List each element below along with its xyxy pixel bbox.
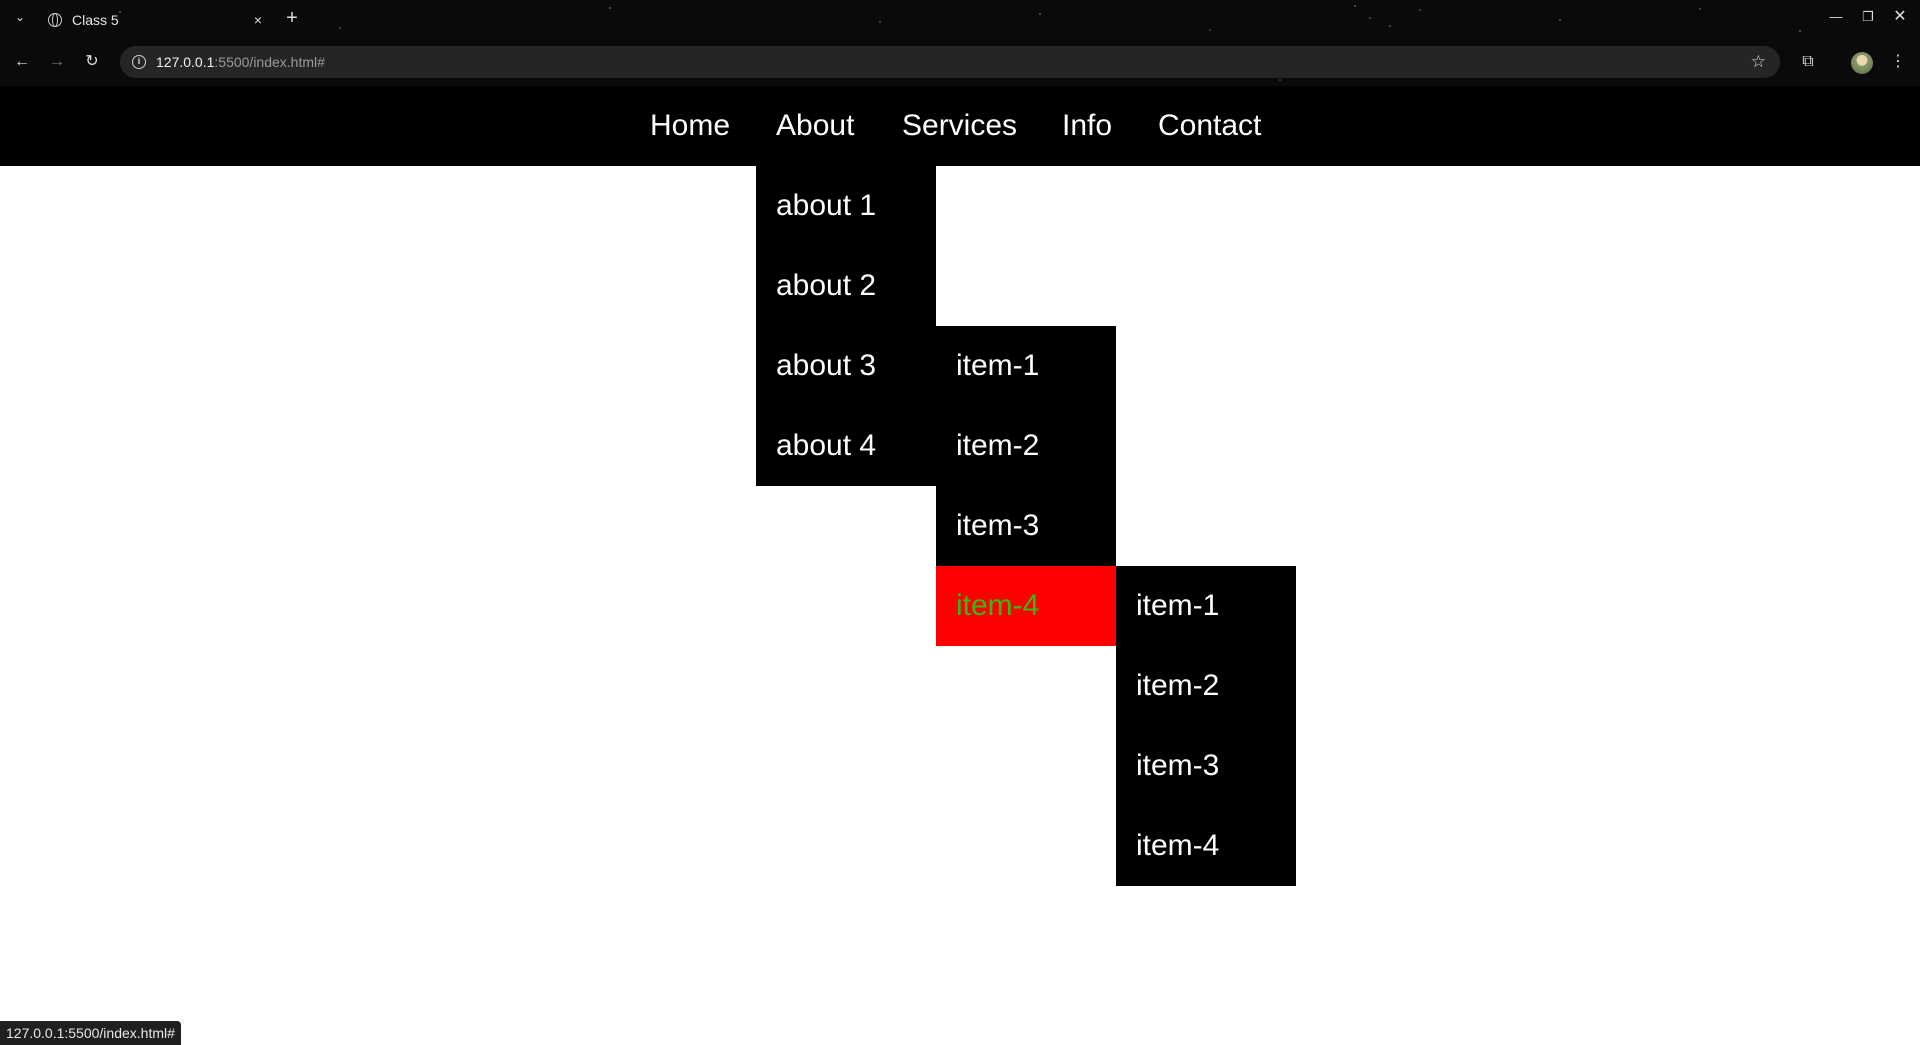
nav-list: Home About Services Info Contact: [0, 86, 1920, 166]
url-text[interactable]: 127.0.0.1:5500/index.html#: [156, 54, 325, 70]
nested-item-2[interactable]: item-2: [1116, 646, 1296, 726]
submenu-item-1[interactable]: item-1: [936, 326, 1116, 406]
nav-info[interactable]: Info: [1042, 86, 1132, 166]
browser-tab[interactable]: Class 5 ×: [36, 4, 276, 36]
close-icon[interactable]: ×: [248, 12, 268, 28]
nav-services[interactable]: Services: [882, 86, 1037, 166]
forward-icon[interactable]: →: [45, 50, 69, 74]
about-menu-item-4[interactable]: about 4: [756, 406, 936, 486]
about-menu-item-3[interactable]: about 3: [756, 326, 936, 406]
nested-item-1[interactable]: item-1: [1116, 566, 1296, 646]
status-bubble: 127.0.0.1:5500/index.html#: [0, 1021, 181, 1045]
star-icon[interactable]: ☆: [1751, 52, 1766, 72]
plus-icon[interactable]: +: [282, 6, 302, 30]
info-icon[interactable]: i: [132, 55, 146, 69]
about-menu-item-1[interactable]: about 1: [756, 166, 936, 246]
nav-about[interactable]: About: [756, 86, 874, 166]
about-menu-item-2[interactable]: about 2: [756, 246, 936, 326]
about-dropdown: about 1 about 2 about 3 about 4: [756, 166, 936, 486]
menu-icon[interactable]: ⋮: [1886, 50, 1910, 74]
back-icon[interactable]: ←: [10, 50, 34, 74]
tab-title: Class 5: [72, 12, 119, 28]
submenu-item-4-hovered[interactable]: item-4: [936, 566, 1116, 646]
submenu-item-2[interactable]: item-2: [936, 406, 1116, 486]
browser-chrome: ⌄ Class 5 × + — ❐ ✕ ← → ↻ i 127.0.0.1:55…: [0, 0, 1920, 86]
close-window-icon[interactable]: ✕: [1890, 8, 1910, 26]
nested-item-4[interactable]: item-4: [1116, 806, 1296, 886]
nav-home[interactable]: Home: [630, 86, 750, 166]
submenu-item-3[interactable]: item-3: [936, 486, 1116, 566]
navbar: Home About Services Info Contact: [0, 86, 1920, 166]
about3-submenu: item-1 item-2 item-3 item-4: [936, 326, 1116, 646]
extensions-icon[interactable]: ⧉: [1796, 50, 1820, 74]
item4-submenu: item-1 item-2 item-3 item-4: [1116, 566, 1296, 886]
globe-icon: [48, 13, 62, 27]
nav-contact[interactable]: Contact: [1138, 86, 1281, 166]
restore-icon[interactable]: ❐: [1858, 8, 1878, 26]
nested-item-3[interactable]: item-3: [1116, 726, 1296, 806]
tab-list-icon[interactable]: ⌄: [12, 9, 28, 25]
avatar[interactable]: [1851, 52, 1873, 74]
reload-icon[interactable]: ↻: [80, 50, 104, 74]
address-bar[interactable]: i 127.0.0.1:5500/index.html# ☆: [120, 46, 1780, 78]
minimize-icon[interactable]: —: [1826, 8, 1846, 26]
